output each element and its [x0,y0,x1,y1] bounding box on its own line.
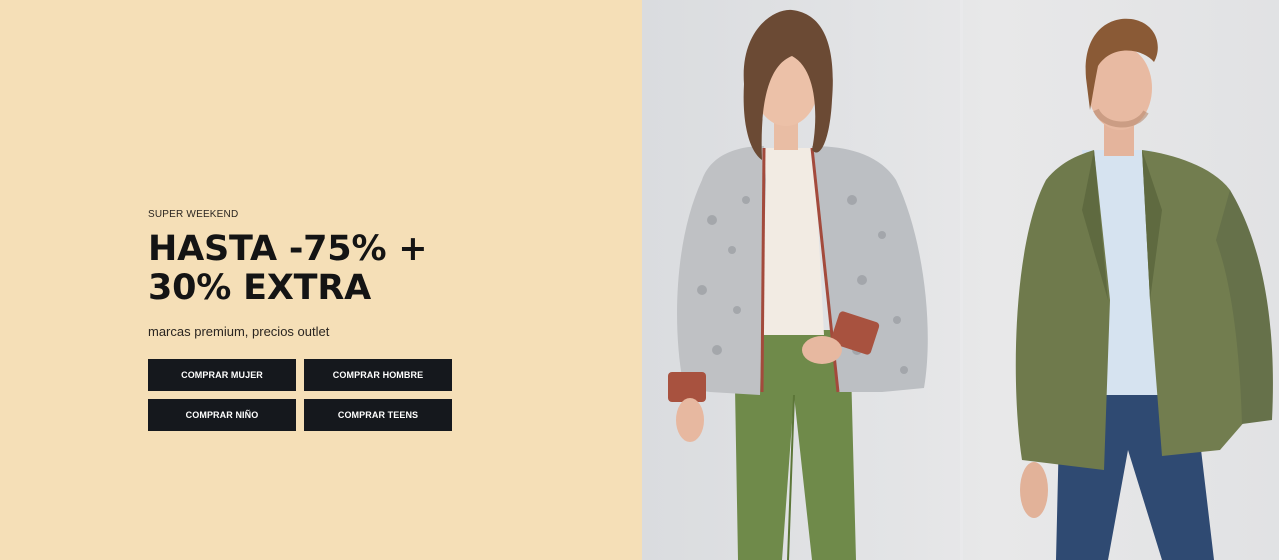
shop-teens-button[interactable]: COMPRAR TEENS [304,399,452,431]
woman-model [668,9,928,560]
man-model [1015,18,1273,560]
headline-line-2: 30% EXTRA [148,268,371,308]
promo-copy: SUPER WEEKEND HASTA -75% + 30% EXTRA mar… [148,209,568,431]
hero-banner: SUPER WEEKEND HASTA -75% + 30% EXTRA mar… [0,0,1279,560]
shop-kids-button[interactable]: COMPRAR NIÑO [148,399,296,431]
promo-eyebrow: SUPER WEEKEND [148,209,239,220]
promo-subline: marcas premium, precios outlet [148,324,330,339]
hero-photo[interactable] [642,0,1279,560]
headline-line-1: HASTA -75% + [148,229,428,269]
models-illustration [668,0,1273,560]
shop-buttons: COMPRAR MUJER COMPRAR HOMBRE COMPRAR NIÑ… [148,359,568,431]
promo-panel: SUPER WEEKEND HASTA -75% + 30% EXTRA mar… [0,0,642,560]
promo-headline: HASTA -75% + 30% EXTRA [148,230,568,308]
shop-women-button[interactable]: COMPRAR MUJER [148,359,296,391]
shop-men-button[interactable]: COMPRAR HOMBRE [304,359,452,391]
